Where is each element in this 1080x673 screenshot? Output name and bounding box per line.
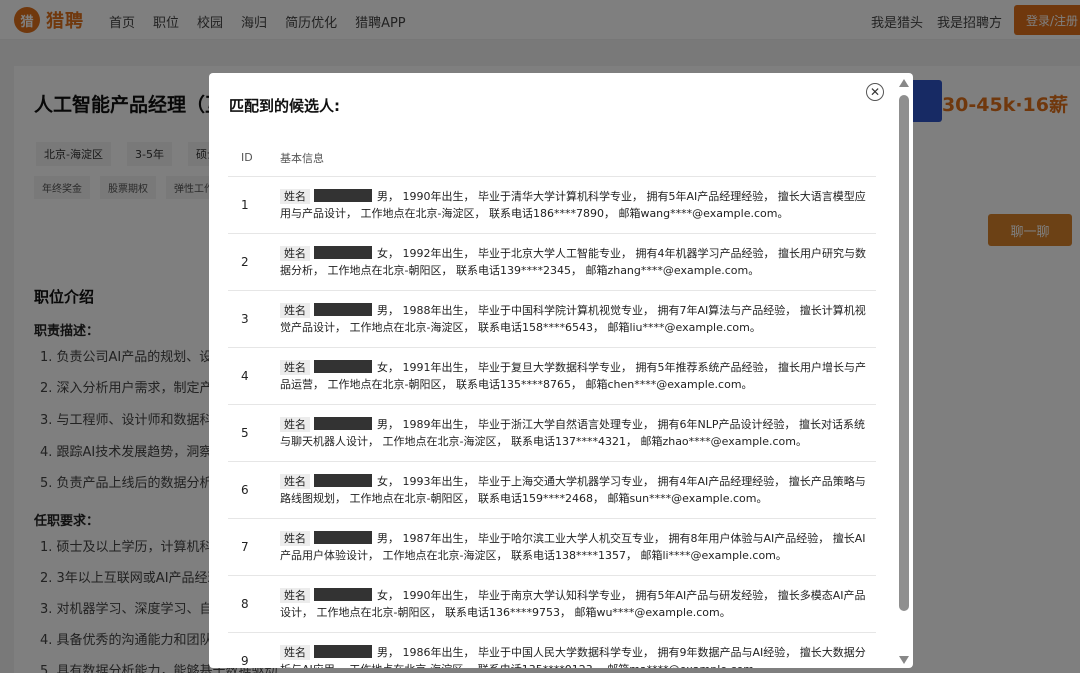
column-header-id: ID	[241, 151, 253, 164]
name-label: 姓名	[280, 417, 310, 432]
table-row: 3 姓名 男， 1988年出生， 毕业于中国科学院计算机视觉专业， 拥有7年AI算法…	[228, 291, 876, 348]
table-row: 1 姓名 男， 1990年出生， 毕业于清华大学计算机科学专业， 拥有5年AI产品经…	[228, 177, 876, 234]
candidate-info: 姓名 男， 1990年出生， 毕业于清华大学计算机科学专业， 拥有5年AI产品经理…	[280, 188, 876, 222]
close-icon[interactable]: ✕	[866, 83, 884, 101]
redacted-name	[314, 189, 372, 202]
candidate-info: 姓名 男， 1989年出生， 毕业于浙江大学自然语言处理专业， 拥有6年NLP产品…	[280, 416, 876, 450]
name-label: 姓名	[280, 588, 310, 603]
redacted-name	[314, 360, 372, 373]
candidate-info: 姓名 女， 1990年出生， 毕业于南京大学认知科学专业， 拥有5年AI产品与研发…	[280, 587, 876, 621]
candidate-id: 4	[241, 369, 249, 383]
table-row: 9 姓名 男， 1986年出生， 毕业于中国人民大学数据科学专业， 拥有9年数据产品…	[228, 633, 876, 668]
column-header-info: 基本信息	[280, 151, 324, 165]
candidate-id: 5	[241, 426, 249, 440]
name-label: 姓名	[280, 531, 310, 546]
redacted-name	[314, 645, 372, 658]
candidates-table: ID 基本信息 1 姓名 男， 1990年出生， 毕业于清华大学计算机科学专业， 拥…	[228, 139, 876, 668]
redacted-name	[314, 303, 372, 316]
candidate-info: 姓名 男， 1986年出生， 毕业于中国人民大学数据科学专业， 拥有9年数据产品与…	[280, 644, 876, 668]
candidate-id: 2	[241, 255, 249, 269]
candidate-info: 姓名 女， 1993年出生， 毕业于上海交通大学机器学习专业， 拥有4年AI产品经…	[280, 473, 876, 507]
candidate-id: 3	[241, 312, 249, 326]
redacted-name	[314, 474, 372, 487]
modal-scrollbar[interactable]	[898, 79, 910, 664]
name-label: 姓名	[280, 303, 310, 318]
scroll-thumb[interactable]	[899, 95, 909, 611]
candidate-info: 姓名 女， 1991年出生， 毕业于复旦大学数据科学专业， 拥有5年推荐系统产品经…	[280, 359, 876, 393]
table-row: 4 姓名 女， 1991年出生， 毕业于复旦大学数据科学专业， 拥有5年推荐系统产品…	[228, 348, 876, 405]
table-row: 6 姓名 女， 1993年出生， 毕业于上海交通大学机器学习专业， 拥有4年AI产品…	[228, 462, 876, 519]
candidate-info: 姓名 女， 1992年出生， 毕业于北京大学人工智能专业， 拥有4年机器学习产品经…	[280, 245, 876, 279]
table-row: 7 姓名 男， 1987年出生， 毕业于哈尔滨工业大学人机交互专业， 拥有8年用户体…	[228, 519, 876, 576]
redacted-name	[314, 417, 372, 430]
candidates-modal: 匹配到的候选人: ✕ ID 基本信息 1 姓名 男， 1990年出生， 毕业于清华大…	[209, 73, 913, 668]
scroll-down-arrow-icon[interactable]	[899, 656, 909, 664]
name-label: 姓名	[280, 189, 310, 204]
redacted-name	[314, 588, 372, 601]
name-label: 姓名	[280, 360, 310, 375]
candidate-id: 8	[241, 597, 249, 611]
candidate-id: 1	[241, 198, 249, 212]
scroll-up-arrow-icon[interactable]	[899, 79, 909, 87]
candidate-id: 7	[241, 540, 249, 554]
name-label: 姓名	[280, 246, 310, 261]
candidate-id: 9	[241, 654, 249, 668]
table-header: ID 基本信息	[228, 139, 876, 177]
table-row: 2 姓名 女， 1992年出生， 毕业于北京大学人工智能专业， 拥有4年机器学习产品…	[228, 234, 876, 291]
table-row: 8 姓名 女， 1990年出生， 毕业于南京大学认知科学专业， 拥有5年AI产品与研…	[228, 576, 876, 633]
redacted-name	[314, 246, 372, 259]
name-label: 姓名	[280, 474, 310, 489]
modal-title: 匹配到的候选人:	[229, 97, 340, 115]
name-label: 姓名	[280, 645, 310, 660]
redacted-name	[314, 531, 372, 544]
table-row: 5 姓名 男， 1989年出生， 毕业于浙江大学自然语言处理专业， 拥有6年NLP产…	[228, 405, 876, 462]
candidate-info: 姓名 男， 1987年出生， 毕业于哈尔滨工业大学人机交互专业， 拥有8年用户体验…	[280, 530, 876, 564]
candidate-id: 6	[241, 483, 249, 497]
candidate-info: 姓名 男， 1988年出生， 毕业于中国科学院计算机视觉专业， 拥有7年AI算法与…	[280, 302, 876, 336]
